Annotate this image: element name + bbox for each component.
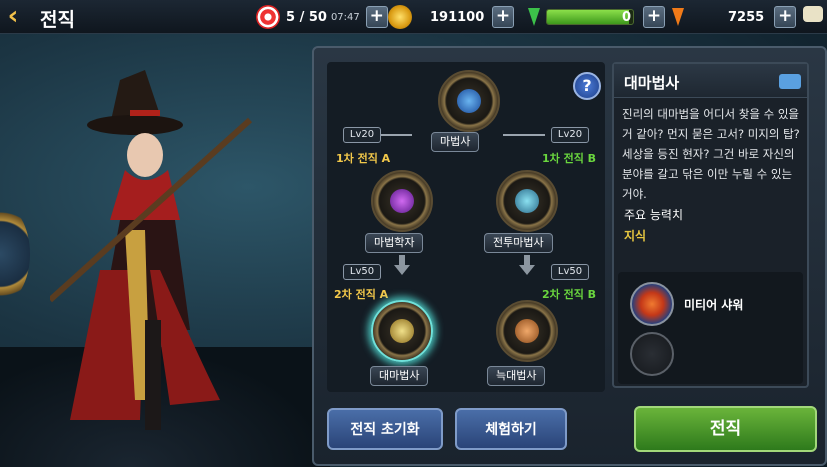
top-bar: ‹ 전직 5 / 50 07:47 + 191100 + 0 + 7255 + [0, 0, 827, 34]
class-label-adv-a: 대마법사 [370, 366, 429, 386]
class-node-adv-a-selected[interactable] [371, 300, 433, 362]
lollipop-icon [256, 5, 280, 29]
energy-bar [546, 9, 634, 25]
energy-counter: 0 + [528, 5, 666, 29]
add-carrot-button[interactable]: + [774, 6, 797, 28]
level-badge-adv-b: Lv50 [551, 264, 589, 280]
skill-name: 미티어 샤워 [684, 298, 744, 312]
battle-magic-icon [515, 189, 539, 213]
tier-label-branch-b: 1차 전직 B [542, 152, 597, 165]
tier-label-adv-a: 2차 전직 A [334, 288, 389, 301]
level-badge-branch-b: Lv20 [551, 127, 589, 143]
add-energy-button[interactable]: + [643, 6, 666, 28]
arrow-down-b [519, 255, 535, 275]
arrow-down-a [394, 255, 410, 275]
main-stat-label: 주요 능력치 [624, 208, 684, 222]
class-node-adv-b[interactable] [496, 300, 558, 362]
tier-label-adv-b: 2차 전직 B [542, 288, 597, 301]
main-stat-value: 지식 [624, 229, 647, 243]
gold-counter: 191100 + [388, 5, 514, 29]
level-badge-adv-a: Lv50 [343, 264, 381, 280]
energy-bar-fill [547, 10, 629, 24]
class-node-root[interactable] [438, 70, 500, 132]
class-label-root: 마법사 [431, 132, 480, 152]
reset-advance-button[interactable]: 전직 초기화 [327, 408, 443, 450]
skill-list: 미티어 샤워 [618, 272, 803, 384]
class-label-adv-b: 늑대법사 [487, 366, 546, 386]
branch-line-right [503, 134, 545, 136]
spellbook-icon [390, 189, 414, 213]
carrot-value: 7255 [728, 9, 765, 25]
help-button[interactable]: ? [573, 72, 601, 100]
tier-label-branch-a: 1차 전직 A [336, 152, 391, 165]
class-info-title: 대마법사 [624, 74, 680, 92]
class-label-branch-b: 전투마법사 [484, 233, 553, 253]
add-stamina-button[interactable]: + [365, 6, 388, 28]
class-node-branch-b[interactable] [496, 170, 558, 232]
add-gold-button[interactable]: + [492, 6, 514, 28]
level-badge-branch-a: Lv20 [343, 127, 381, 143]
carrot-counter: 7255 + [672, 5, 797, 29]
page-title: 전직 [40, 9, 75, 31]
back-button[interactable]: ‹ [0, 2, 26, 32]
wolf-mage-icon [515, 319, 539, 343]
class-info-panel: 대마법사 진리의 대마법을 어디서 찾을 수 있을 거 같아? 먼지 묻은 고서… [612, 62, 809, 388]
speech-bubble-icon[interactable] [779, 74, 801, 89]
gold-coin-icon [388, 5, 412, 29]
carrot-icon [672, 8, 684, 26]
stamina-value: 5 / 50 [286, 9, 327, 25]
archmage-icon [390, 319, 414, 343]
stamina-timer: 07:47 [330, 11, 360, 23]
green-carrot-icon [528, 8, 540, 26]
gold-value: 191100 [430, 9, 485, 25]
class-label-branch-a: 마법학자 [365, 233, 424, 253]
class-description: 진리의 대마법을 어디서 찾을 수 있을 거 같아? 먼지 묻은 고서? 미지의… [622, 107, 800, 201]
advance-button[interactable]: 전직 [634, 406, 817, 452]
trial-button[interactable]: 체험하기 [455, 408, 567, 450]
chat-icon[interactable] [803, 6, 823, 22]
empty-skill-slot [630, 332, 674, 376]
class-node-branch-a[interactable] [371, 170, 433, 232]
stamina-counter: 5 / 50 07:47 + [256, 5, 388, 29]
class-info-header: 대마법사 [614, 64, 807, 98]
character-artwork [50, 70, 253, 430]
energy-value: 0 [622, 9, 632, 25]
meteor-skill-icon[interactable] [630, 282, 674, 326]
staff-icon [457, 89, 481, 113]
